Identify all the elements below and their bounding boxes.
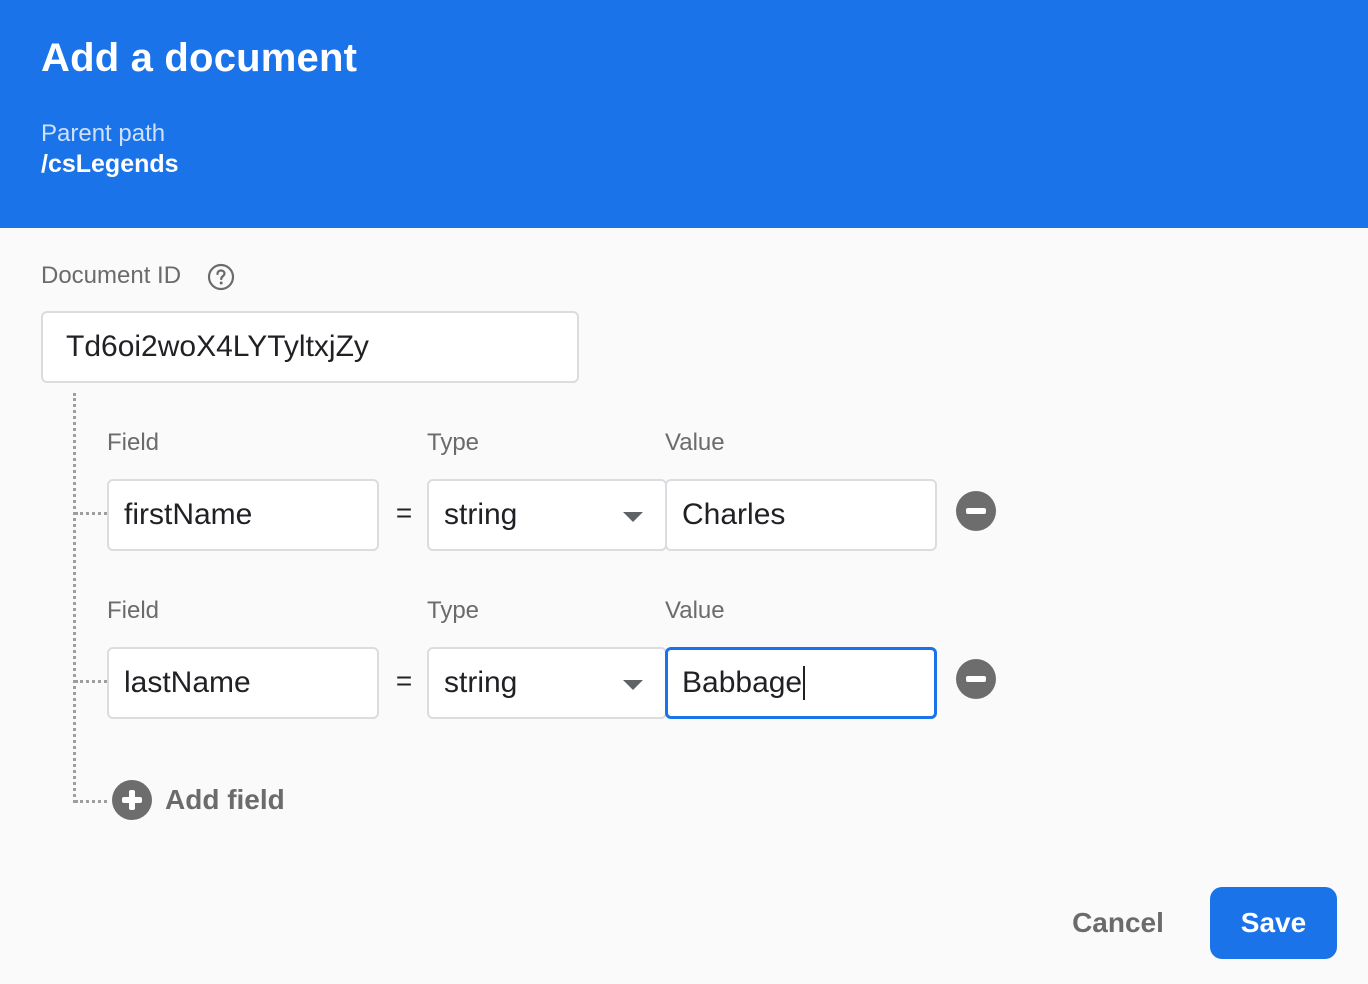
type-select[interactable]: string xyxy=(427,647,667,719)
plus-icon-v xyxy=(129,790,135,810)
remove-field-icon[interactable] xyxy=(956,491,996,531)
document-id-input[interactable]: Td6oi2woX4LYTyltxjZy xyxy=(41,311,579,383)
field-name-value: lastName xyxy=(124,666,251,699)
value-column-label: Value xyxy=(665,597,725,624)
type-select-value: string xyxy=(444,498,518,531)
minus-icon xyxy=(966,508,986,514)
field-value-input[interactable]: Babbage xyxy=(665,647,937,719)
minus-icon xyxy=(966,676,986,682)
document-id-value: Td6oi2woX4LYTyltxjZy xyxy=(66,330,369,363)
tree-branch-connector xyxy=(75,800,107,803)
help-circle-icon[interactable] xyxy=(207,263,235,291)
field-column-label: Field xyxy=(107,429,160,456)
type-select[interactable]: string xyxy=(427,479,667,551)
tree-branch-connector xyxy=(75,512,107,515)
add-field-label: Add field xyxy=(165,784,285,815)
add-field-button[interactable]: Add field xyxy=(112,779,285,821)
dropdown-arrow-icon xyxy=(623,512,643,522)
equals-sign: = xyxy=(395,665,413,696)
cancel-button[interactable]: Cancel xyxy=(1058,893,1178,953)
add-circle-icon xyxy=(112,780,152,820)
save-button[interactable]: Save xyxy=(1210,887,1337,959)
dialog-header: Add a document Parent path /csLegends xyxy=(0,0,1368,228)
type-column-label: Type xyxy=(427,429,480,456)
value-column-label: Value xyxy=(665,429,725,456)
field-name-value: firstName xyxy=(124,498,253,531)
field-value-input[interactable]: Charles xyxy=(665,479,937,551)
field-name-input[interactable]: firstName xyxy=(107,479,379,551)
equals-sign: = xyxy=(395,497,413,528)
remove-field-icon[interactable] xyxy=(956,659,996,699)
field-value-text: Charles xyxy=(682,498,786,531)
tree-vertical-connector xyxy=(73,393,76,803)
document-id-label: Document ID xyxy=(41,262,182,289)
field-name-input[interactable]: lastName xyxy=(107,647,379,719)
dropdown-arrow-icon xyxy=(623,680,643,690)
parent-path-label: Parent path xyxy=(41,120,166,147)
type-select-value: string xyxy=(444,666,518,699)
parent-path-value: /csLegends xyxy=(41,150,179,178)
dialog-title: Add a document xyxy=(41,36,358,80)
tree-branch-connector xyxy=(75,680,107,683)
field-column-label: Field xyxy=(107,597,160,624)
field-value-text: Babbage xyxy=(682,666,803,699)
type-column-label: Type xyxy=(427,597,480,624)
text-caret xyxy=(803,666,806,700)
